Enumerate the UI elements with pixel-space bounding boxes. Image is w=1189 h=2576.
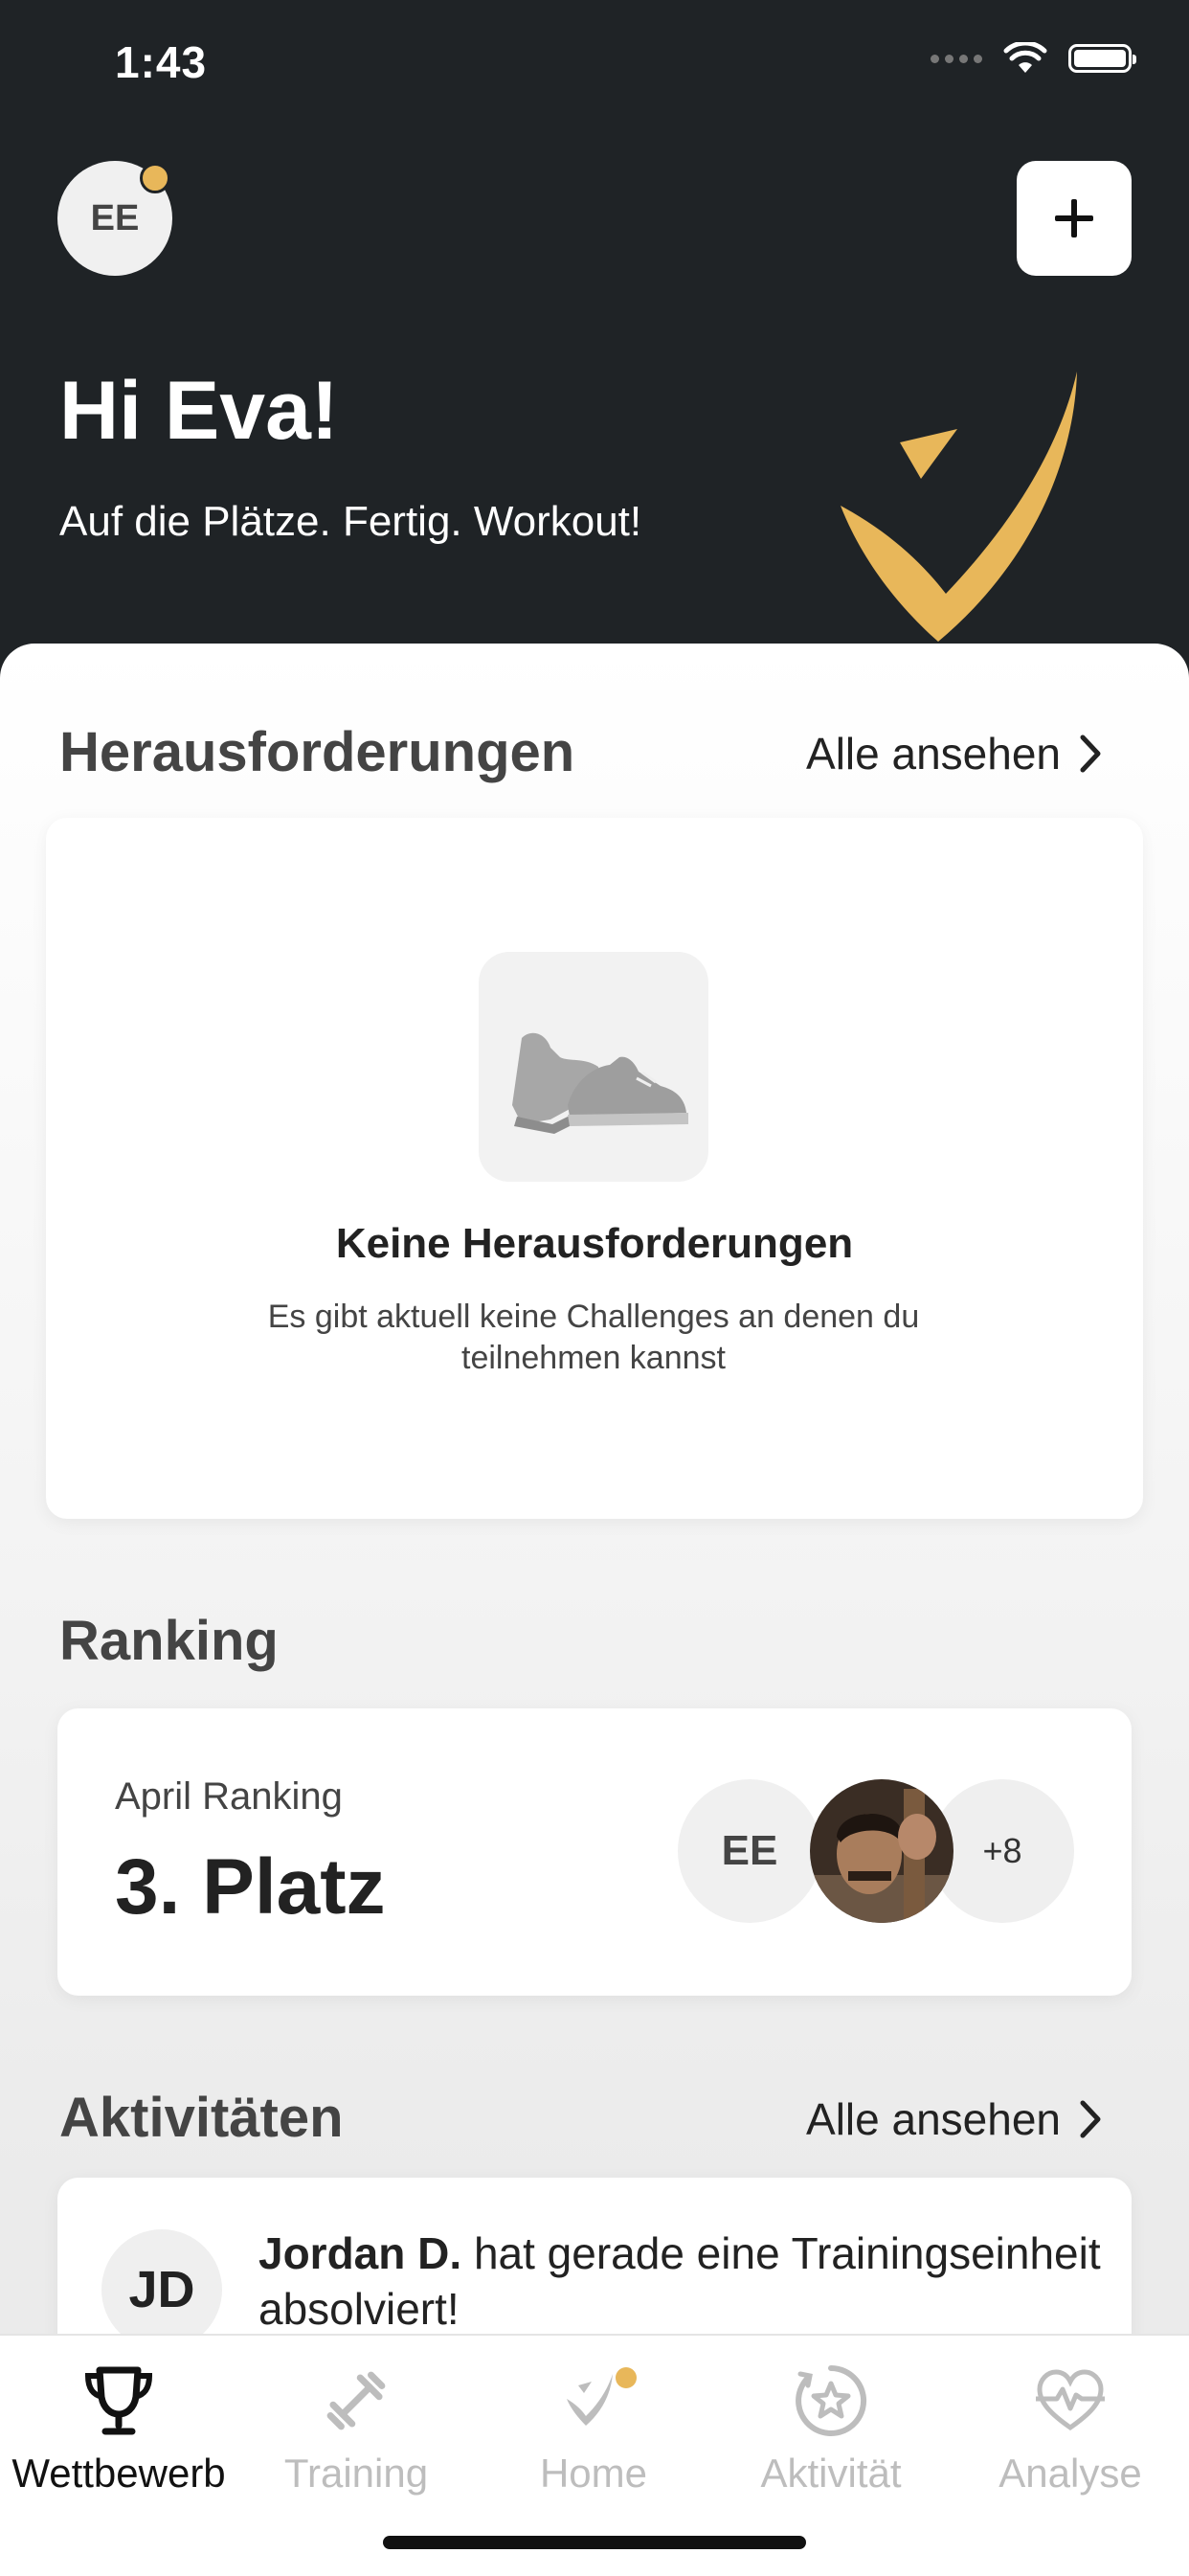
empty-state-illustration [479, 952, 708, 1182]
brand-logo-icon [841, 372, 1077, 642]
ranking-avatar-self: EE [678, 1779, 821, 1923]
profile-avatar[interactable]: EE [57, 161, 172, 276]
header: 1:43 EE Hi Eva! Auf die Plätze. Fertig. … [0, 0, 1189, 709]
battery-icon [1068, 44, 1136, 73]
dumbbell-icon [326, 2371, 386, 2430]
chevron-right-icon [1080, 734, 1101, 773]
heartbeat-icon [1036, 2369, 1105, 2431]
empty-state-title: Keine Herausforderungen [335, 1220, 854, 1267]
tab-analyse[interactable]: Analyse [952, 2336, 1189, 2508]
status-time: 1:43 [115, 37, 208, 87]
activity-user-name: Jordan D. [258, 2228, 462, 2278]
add-button[interactable] [1017, 161, 1132, 276]
tab-home[interactable]: Home [475, 2336, 712, 2508]
activity-text: Jordan D. hat gerade eine Trainingseinhe… [258, 2226, 1120, 2337]
activity-avatar-initials: JD [128, 2261, 195, 2318]
tab-label: Aktivität [760, 2451, 902, 2496]
chevron-right-icon [1080, 2100, 1101, 2138]
user-photo [810, 1779, 953, 1923]
ranking-card[interactable]: April Ranking 3. Platz EE +8 [57, 1708, 1132, 1996]
plus-icon [1055, 199, 1093, 237]
ranking-title: Ranking [59, 1610, 279, 1672]
empty-state-text: Es gibt aktuell keine Challenges an dene… [267, 1299, 920, 1376]
tab-label: Training [283, 2451, 429, 2496]
main-content: Herausforderungen Alle ansehen Keine Her… [0, 644, 1189, 2574]
ranking-avatar-photo [810, 1779, 953, 1923]
tab-label: Analyse [998, 2451, 1142, 2496]
avatar-initials: EE [90, 197, 140, 238]
see-all-label: Alle ansehen [806, 2094, 1061, 2144]
greeting-subtitle: Auf die Plätze. Fertig. Workout! [59, 498, 642, 545]
notification-dot [140, 163, 170, 193]
wifi-icon [1003, 42, 1047, 73]
signal-icon [931, 54, 982, 63]
tab-wettbewerb[interactable]: Wettbewerb [0, 2336, 237, 2508]
tab-label: Home [539, 2451, 648, 2496]
challenges-empty-card: Keine Herausforderungen Es gibt aktuell … [46, 818, 1143, 1519]
tab-aktivitaet[interactable]: Aktivität [712, 2336, 950, 2508]
see-all-label: Alle ansehen [806, 729, 1061, 779]
ranking-avatar-initials: EE [721, 1827, 778, 1874]
sneakers-icon [512, 1032, 688, 1134]
ranking-value: 3. Platz [115, 1843, 386, 1931]
status-icons [931, 42, 1136, 75]
home-indicator [383, 2536, 806, 2549]
activity-avatar: JD [101, 2229, 222, 2350]
tab-training[interactable]: Training [237, 2336, 475, 2508]
challenges-title: Herausforderungen [59, 721, 575, 783]
challenges-see-all[interactable]: Alle ansehen [806, 728, 1103, 780]
trophy-icon [84, 2366, 153, 2435]
home-logo-icon [567, 2367, 637, 2426]
ranking-label: April Ranking [115, 1775, 343, 1818]
tab-label: Wettbewerb [11, 2451, 226, 2496]
greeting-title: Hi Eva! [59, 365, 339, 457]
activities-see-all[interactable]: Alle ansehen [806, 2093, 1103, 2145]
ranking-more-count: +8 [982, 1831, 1022, 1870]
activities-title: Aktivitäten [59, 2087, 344, 2149]
star-badge-icon [796, 2365, 867, 2436]
